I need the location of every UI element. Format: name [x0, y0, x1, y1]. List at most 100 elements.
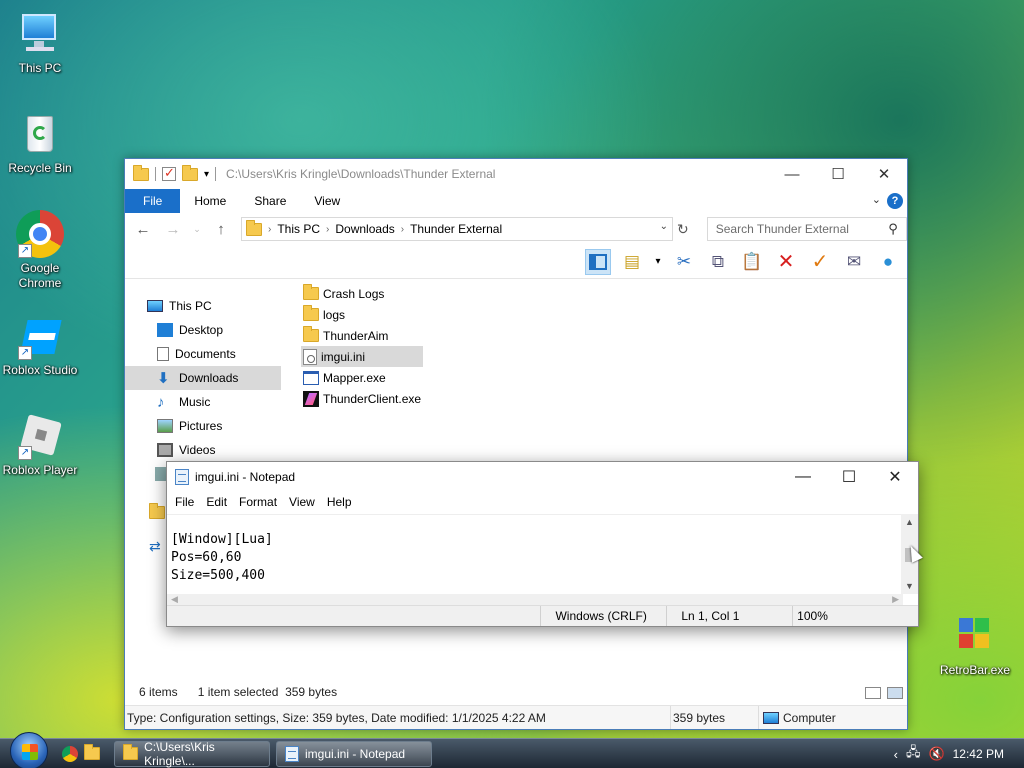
thunder-client-icon	[303, 390, 319, 407]
menu-help[interactable]: Help	[321, 495, 358, 509]
refresh-button[interactable]: ↻	[677, 221, 689, 238]
recent-locations-icon[interactable]: ⌄	[193, 224, 201, 235]
volume-muted-icon[interactable]: 🔇	[928, 746, 944, 762]
search-placeholder: Search Thunder External	[715, 222, 849, 236]
scroll-right-icon[interactable]: ▶	[892, 594, 899, 605]
sidebar-item-downloads[interactable]: ⬇ Downloads	[125, 366, 281, 390]
desktop-icon-label: Recycle Bin	[8, 161, 72, 175]
customize-dropdown-icon[interactable]: ▾	[204, 169, 209, 180]
tab-share[interactable]: Share	[240, 189, 300, 213]
properties-icon[interactable]	[162, 165, 176, 181]
pictures-icon	[157, 419, 173, 433]
notepad-titlebar[interactable]: imgui.ini - Notepad — ☐ ✕	[167, 462, 918, 492]
address-dropdown-icon[interactable]: ⌄	[660, 221, 668, 232]
text-editor[interactable]: [Window][Lua] Pos=60,60 Size=500,400	[167, 514, 903, 594]
desktop-icon-label: Roblox Player	[2, 463, 78, 477]
videos-icon	[157, 443, 173, 457]
address-bar[interactable]: › This PC › Downloads › Thunder External…	[241, 217, 673, 241]
breadcrumb-downloads[interactable]: Downloads	[335, 222, 394, 236]
view-switcher	[865, 687, 903, 699]
desktop-icon-label: This PC	[18, 61, 62, 75]
preview-pane-button[interactable]	[585, 248, 611, 275]
scroll-up-icon[interactable]: ▲	[901, 514, 918, 530]
scroll-left-icon[interactable]: ◀	[171, 594, 178, 605]
sidebar-item-music[interactable]: ♪ Music	[125, 390, 285, 414]
computer-icon	[763, 711, 779, 724]
sidebar-item-this-pc[interactable]: This PC	[125, 294, 285, 318]
zoom-level: 100%	[792, 606, 918, 626]
sidebar-item-pictures[interactable]: Pictures	[125, 414, 285, 438]
details-bar: Type: Configuration settings, Size: 359 …	[125, 705, 907, 729]
maximize-button[interactable]: ☐	[815, 159, 861, 189]
tab-view[interactable]: View	[300, 189, 354, 213]
desktop-icon-roblox-studio[interactable]: ↗ Roblox Studio	[0, 312, 80, 378]
list-item-selected[interactable]: imgui.ini	[301, 346, 423, 367]
expand-ribbon-icon[interactable]: ⌄	[872, 193, 881, 206]
list-item[interactable]: ThunderClient.exe	[301, 388, 423, 409]
close-button[interactable]: ✕	[872, 462, 918, 492]
help-icon[interactable]: ?	[887, 193, 903, 209]
command-toolbar: ▤ ▾ ✂ ⧉ 📋 ✕ ✓ ✉ ●	[125, 245, 907, 279]
network-icon[interactable]: ●	[875, 249, 901, 275]
start-button[interactable]	[10, 731, 48, 768]
shortcut-arrow-icon: ↗	[18, 446, 32, 460]
notepad-window: imgui.ini - Notepad — ☐ ✕ File Edit Form…	[166, 461, 919, 627]
maximize-button[interactable]: ☐	[826, 462, 872, 492]
navigation-bar: ← → ⌄ ↑ › This PC › Downloads › Thunder …	[125, 213, 907, 245]
taskbar-button-explorer[interactable]: C:\Users\Kris Kringle\...	[114, 740, 270, 768]
file-explorer-icon[interactable]	[84, 744, 100, 760]
selection-info: 1 item selected 359 bytes	[197, 685, 338, 699]
network-icon[interactable]: 🖧	[906, 743, 921, 765]
sidebar-item-videos[interactable]: Videos	[125, 438, 285, 462]
tab-file[interactable]: File	[125, 189, 181, 213]
show-hidden-icons-icon[interactable]: ‹	[894, 747, 898, 762]
scroll-down-icon[interactable]: ▼	[901, 578, 918, 594]
explorer-titlebar[interactable]: ▾ C:\Users\Kris Kringle\Downloads\Thunde…	[125, 159, 907, 189]
computer-icon	[147, 300, 163, 312]
layout-dropdown-icon[interactable]: ▾	[653, 249, 663, 275]
text-line: [Window][Lua]	[171, 532, 273, 547]
clock[interactable]: 12:42 PM	[953, 747, 1004, 761]
breadcrumb-thunder-external[interactable]: Thunder External	[410, 222, 502, 236]
back-button[interactable]: ←	[133, 221, 153, 238]
desktop-icon-label: Roblox Studio	[2, 363, 78, 377]
new-folder-icon[interactable]	[182, 164, 198, 181]
menu-file[interactable]: File	[169, 495, 200, 509]
sidebar-item-desktop[interactable]: Desktop	[125, 318, 285, 342]
desktop-icon-retrobar[interactable]: RetroBar.exe	[935, 612, 1015, 678]
close-button[interactable]: ✕	[861, 159, 907, 189]
text-line: Pos=60,60	[171, 550, 242, 565]
search-input[interactable]: Search Thunder External ⚲	[706, 217, 907, 241]
desktop-icon-recycle-bin[interactable]: Recycle Bin	[0, 110, 80, 176]
desktop-icon-google-chrome[interactable]: ↗ Google Chrome	[0, 210, 80, 291]
desktop-icon-this-pc[interactable]: This PC	[0, 10, 80, 76]
list-item[interactable]: Mapper.exe	[301, 367, 423, 388]
list-item[interactable]: ThunderAim	[301, 325, 423, 346]
properties-icon[interactable]: ✉	[841, 249, 867, 275]
sidebar-item-documents[interactable]: Documents	[125, 342, 285, 366]
minimize-button[interactable]: —	[780, 462, 826, 492]
taskbar-button-notepad[interactable]: imgui.ini - Notepad	[276, 740, 432, 767]
list-item[interactable]: logs	[301, 304, 423, 325]
layout-button[interactable]: ▤	[619, 249, 645, 275]
copy-icon[interactable]: ⧉	[705, 249, 731, 275]
details-view-icon[interactable]	[865, 687, 881, 699]
minimize-button[interactable]: —	[769, 159, 815, 189]
desktop-icon-roblox-player[interactable]: ↗ Roblox Player	[0, 412, 80, 478]
forward-button[interactable]: →	[163, 221, 183, 238]
delete-icon[interactable]: ✕	[773, 249, 799, 275]
system-tray: ‹ 🖧 🔇 12:42 PM	[894, 739, 1024, 768]
up-button[interactable]: ↑	[211, 221, 231, 238]
large-icons-view-icon[interactable]	[887, 687, 903, 699]
rename-icon[interactable]: ✓	[807, 249, 833, 275]
menu-view[interactable]: View	[283, 495, 321, 509]
breadcrumb-this-pc[interactable]: This PC	[277, 222, 320, 236]
config-file-icon	[303, 348, 317, 365]
list-item[interactable]: Crash Logs	[301, 283, 423, 304]
menu-edit[interactable]: Edit	[200, 495, 233, 509]
menu-format[interactable]: Format	[233, 495, 283, 509]
paste-icon[interactable]: 📋	[739, 249, 765, 275]
cut-icon[interactable]: ✂	[671, 249, 697, 275]
chrome-icon[interactable]	[62, 745, 78, 762]
tab-home[interactable]: Home	[180, 189, 240, 213]
